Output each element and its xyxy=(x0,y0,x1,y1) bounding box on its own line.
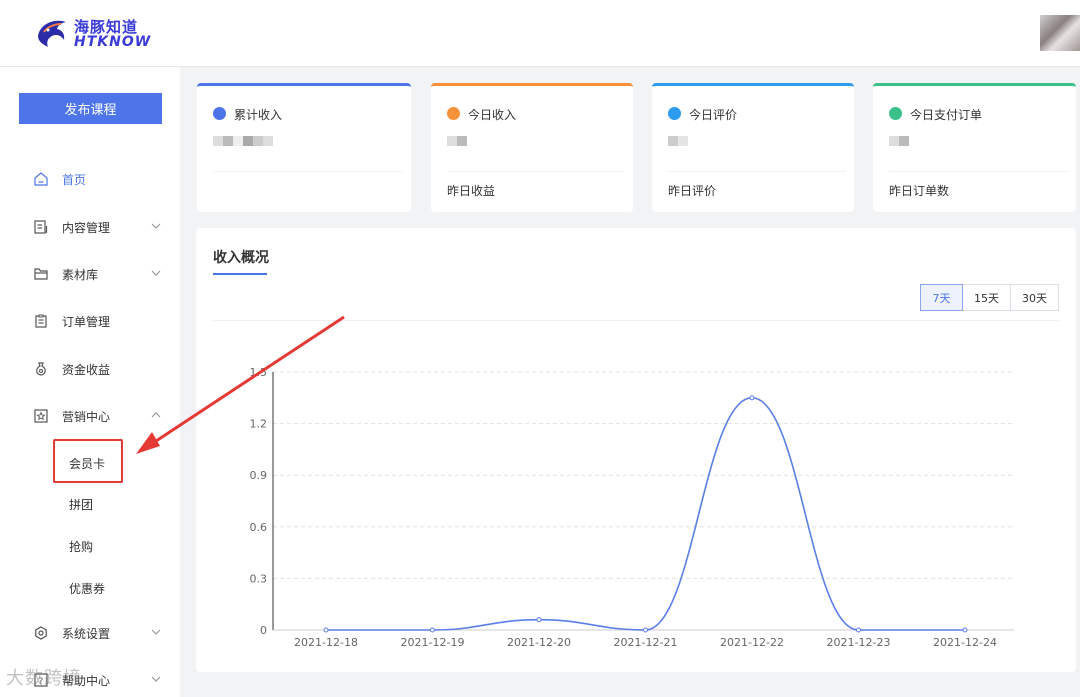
watermark: 大数跨境 xyxy=(6,668,82,689)
annotation-arrow xyxy=(136,315,345,454)
